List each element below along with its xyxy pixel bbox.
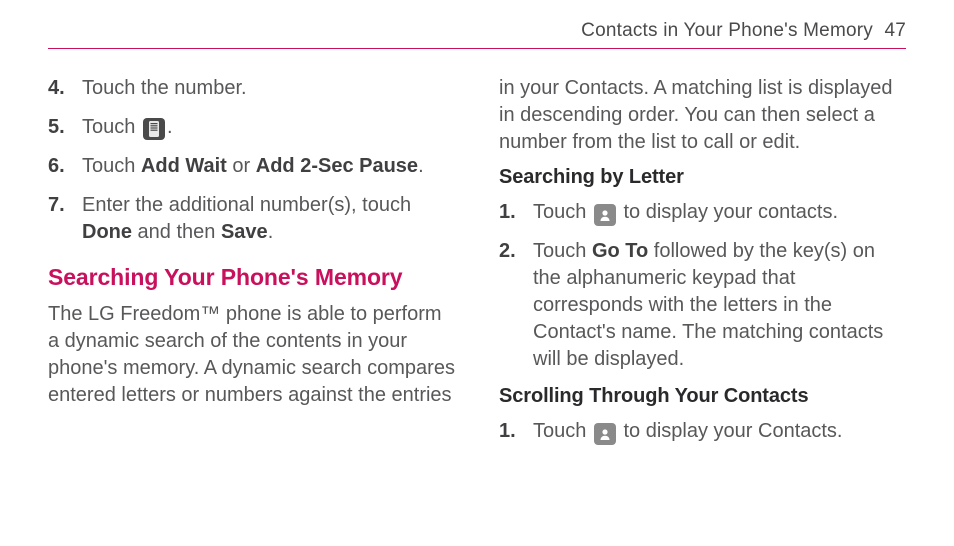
step-body: Touch to display your Contacts.: [533, 418, 906, 445]
page-header: Contacts in Your Phone's Memory 47: [48, 20, 906, 49]
step-4: 4. Touch the number.: [48, 75, 455, 102]
paragraph-continuation: in your Contacts. A matching list is dis…: [499, 75, 906, 156]
subheading-searching-by-letter: Searching by Letter: [499, 166, 906, 189]
step-letter-1: 1. Touch to display your contacts.: [499, 199, 906, 226]
ui-label-save: Save: [221, 221, 268, 243]
step-letter-2: 2. Touch Go To followed by the key(s) on…: [499, 238, 906, 373]
keypad-icon: [143, 118, 165, 140]
contact-icon: [594, 423, 616, 445]
subheading-scrolling-contacts: Scrolling Through Your Contacts: [499, 385, 906, 408]
step-text-pre: Enter the additional number(s), touch: [82, 194, 411, 216]
step-7: 7. Enter the additional number(s), touch…: [48, 192, 455, 246]
steps-scrolling-contacts: 1. Touch to display your Contacts.: [499, 418, 906, 445]
step-number: 5.: [48, 114, 82, 141]
step-text-post: .: [268, 221, 274, 243]
ui-label-add-2-sec-pause: Add 2-Sec Pause: [256, 155, 418, 177]
step-text-pre: Touch: [533, 420, 592, 442]
ui-label-go-to: Go To: [592, 240, 648, 262]
step-text: Touch the number.: [82, 75, 455, 102]
step-text-mid: and then: [132, 221, 221, 243]
step-text-pre: Touch: [533, 201, 592, 223]
manual-page: Contacts in Your Phone's Memory 47 4. To…: [0, 0, 954, 546]
step-text-post: .: [418, 155, 424, 177]
step-body: Touch Go To followed by the key(s) on th…: [533, 238, 906, 373]
heading-searching-memory: Searching Your Phone's Memory: [48, 264, 455, 291]
header-section-title: Contacts in Your Phone's Memory: [581, 20, 873, 41]
left-column: 4. Touch the number. 5. Touch . 6. Touch…: [48, 75, 455, 457]
step-body: Touch Add Wait or Add 2-Sec Pause.: [82, 153, 455, 180]
step-text-post: to display your Contacts.: [618, 420, 843, 442]
paragraph-dynamic-search: The LG Freedom™ phone is able to perform…: [48, 301, 455, 409]
contact-icon: [594, 204, 616, 226]
step-number: 1.: [499, 418, 533, 445]
step-text-mid: or: [227, 155, 256, 177]
steps-searching-by-letter: 1. Touch to display your contacts. 2. To…: [499, 199, 906, 373]
right-column: in your Contacts. A matching list is dis…: [499, 75, 906, 457]
step-body: Touch to display your contacts.: [533, 199, 906, 226]
step-text-pre: Touch: [82, 155, 141, 177]
step-6: 6. Touch Add Wait or Add 2-Sec Pause.: [48, 153, 455, 180]
content-columns: 4. Touch the number. 5. Touch . 6. Touch…: [48, 75, 906, 457]
step-5: 5. Touch .: [48, 114, 455, 141]
step-number: 7.: [48, 192, 82, 219]
ui-label-add-wait: Add Wait: [141, 155, 227, 177]
page-number: 47: [884, 20, 906, 41]
step-text-post: to display your contacts.: [618, 201, 838, 223]
step-number: 4.: [48, 75, 82, 102]
step-text-pre: Touch: [82, 116, 141, 138]
step-text-post: .: [167, 116, 173, 138]
step-number: 6.: [48, 153, 82, 180]
step-body: Enter the additional number(s), touch Do…: [82, 192, 455, 246]
ui-label-done: Done: [82, 221, 132, 243]
step-scroll-1: 1. Touch to display your Contacts.: [499, 418, 906, 445]
step-text-pre: Touch: [533, 240, 592, 262]
step-body: Touch .: [82, 114, 455, 141]
step-number: 2.: [499, 238, 533, 265]
step-number: 1.: [499, 199, 533, 226]
steps-list-continued: 4. Touch the number. 5. Touch . 6. Touch…: [48, 75, 455, 246]
